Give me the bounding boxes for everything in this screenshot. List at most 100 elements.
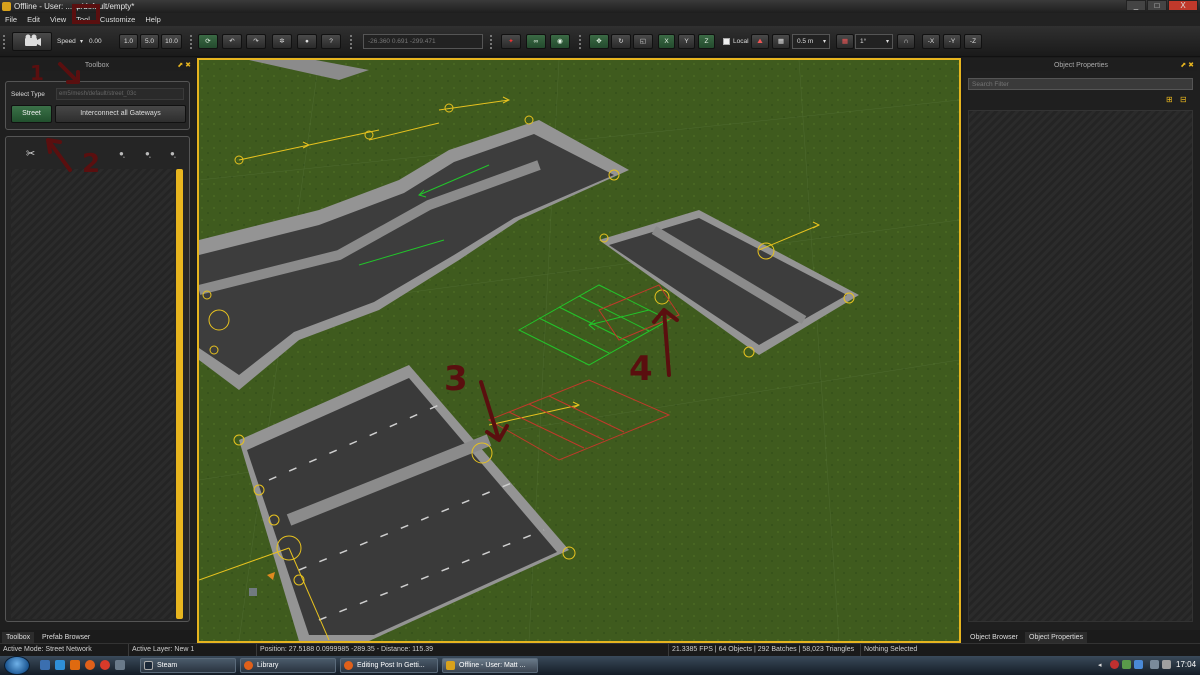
annotation-number-1: 1 — [30, 61, 44, 85]
annotation-number-3: 3 — [444, 359, 468, 399]
tray-update-icon[interactable] — [1134, 660, 1143, 669]
annotation-arrow-1 — [58, 62, 80, 84]
firefox-icon — [244, 661, 253, 670]
firefox-icon — [344, 661, 353, 670]
taskbar-editor[interactable]: Offline - User: Matt ... — [442, 658, 538, 673]
network-icon[interactable] — [1150, 660, 1159, 669]
status-position: Position: 27.5188 0.0999985 -289.35 - Di… — [256, 644, 433, 656]
volume-icon[interactable] — [1162, 660, 1171, 669]
angle-grid-icon: ▦ — [841, 38, 849, 45]
taskbar-editor-label: Offline - User: Matt ... — [459, 662, 526, 669]
axis-x-button[interactable]: X — [658, 34, 675, 49]
os-taskbar: Steam Library Editing Post In Getti... O… — [0, 656, 1200, 675]
window-switch-icon[interactable] — [115, 660, 125, 670]
neg-y-button[interactable]: -Y — [943, 34, 961, 49]
viewport-scene[interactable]: 3 4 — [199, 60, 959, 641]
snap-icon: ✦ — [508, 38, 514, 45]
refresh-icon: ⟳ — [205, 38, 211, 45]
angle-snap-button[interactable]: ▦ — [836, 34, 854, 49]
object-properties-header: Object Properties ⬈ ✖ — [965, 60, 1197, 71]
start-button[interactable] — [4, 656, 30, 675]
refresh-button[interactable]: ⟳ — [198, 34, 218, 49]
eye-icon: ◉ — [557, 38, 563, 45]
show-desktop-icon[interactable] — [40, 660, 50, 670]
chevron-down-icon[interactable]: ▾ — [886, 38, 889, 45]
firefox-icon[interactable] — [85, 660, 95, 670]
object-properties-title: Object Properties — [1053, 62, 1109, 69]
collapse-all-icon[interactable]: ⊟ — [1180, 95, 1187, 104]
status-stats: 21.3385 FPS | 64 Objects | 292 Batches |… — [668, 644, 854, 656]
vlc-icon[interactable] — [70, 660, 80, 670]
help-button[interactable]: ? — [321, 34, 341, 49]
surface-snap-button[interactable]: ⛰ — [751, 34, 769, 49]
annotation-arrow-2 — [46, 138, 72, 172]
grid-icon: ▦ — [777, 38, 785, 45]
chevron-down-icon[interactable]: ▾ — [823, 38, 826, 45]
toolbar-grip[interactable] — [350, 35, 352, 49]
local-checkbox[interactable] — [723, 38, 730, 45]
status-selection: Nothing Selected — [860, 644, 917, 656]
axis-y-button[interactable]: Y — [678, 34, 695, 49]
neg-z-button[interactable]: -Z — [964, 34, 982, 49]
annotation-overlay: 1 2 — [30, 4, 100, 179]
ie-icon[interactable] — [55, 660, 65, 670]
rotate-tool-button[interactable]: ↻ — [611, 34, 631, 49]
undo-button[interactable]: ↶ — [222, 34, 242, 49]
toolbar-grip[interactable] — [490, 35, 492, 49]
steam-icon — [144, 661, 153, 670]
record-button[interactable]: ● — [297, 34, 317, 49]
neg-x-button[interactable]: -X — [922, 34, 940, 49]
taskbar-editing-post-label: Editing Post In Getti... — [357, 662, 425, 669]
taskbar-steam[interactable]: Steam — [140, 658, 236, 673]
snap-button[interactable]: ✦ — [501, 34, 521, 49]
axis-z-button[interactable]: Z — [698, 34, 715, 49]
taskbar-library-label: Library — [257, 662, 279, 669]
street-parts-group: ✂ ●̥ ●̥ ●̥ — [5, 136, 190, 622]
annotation-box-tool-menu — [72, 4, 100, 24]
maximize-button[interactable]: □ — [1147, 0, 1167, 11]
taskbar-editing-post[interactable]: Editing Post In Getti... — [340, 658, 438, 673]
street-parts-list[interactable] — [11, 169, 174, 619]
redo-button[interactable]: ↷ — [246, 34, 266, 49]
tray-app-icon[interactable] — [1122, 660, 1131, 669]
scale-icon: ◱ — [639, 38, 647, 45]
status-active-mode: Active Mode: Street Network — [3, 646, 92, 653]
gear-icon: ✲ — [279, 38, 285, 45]
terrain-icon: ⛰ — [757, 38, 763, 45]
parts-scrollbar[interactable] — [176, 169, 183, 619]
scale-tool-button[interactable]: ◱ — [633, 34, 653, 49]
undo-icon: ↶ — [229, 38, 235, 45]
magnet-button[interactable]: ∩ — [897, 34, 915, 49]
settings-button[interactable]: ✲ — [272, 34, 292, 49]
minimize-button[interactable]: _ — [1126, 0, 1146, 11]
properties-list[interactable] — [968, 110, 1193, 622]
chrome-icon[interactable] — [100, 660, 110, 670]
visibility-button[interactable]: ◉ — [550, 34, 570, 49]
grid-snap-button[interactable]: ▦ — [772, 34, 790, 49]
tray-alert-icon[interactable] — [1110, 660, 1119, 669]
link-icon: ∞ — [533, 38, 539, 45]
help-icon: ? — [329, 38, 333, 45]
clock: 17:04 — [1176, 660, 1197, 669]
viewport[interactable]: 3 4 — [197, 58, 961, 643]
annotation-number-2: 2 — [82, 149, 100, 179]
panel-pin-close-icon[interactable]: ⬈ ✖ — [1180, 60, 1194, 71]
annotation-number-4: 4 — [629, 349, 653, 389]
move-tool-button[interactable]: ✥ — [589, 34, 609, 49]
toolbar-grip[interactable] — [579, 35, 581, 49]
search-filter-input[interactable] — [968, 78, 1193, 90]
redo-icon: ↷ — [253, 38, 259, 45]
rotate-icon: ↻ — [618, 38, 624, 45]
taskbar-steam-label: Steam — [157, 662, 178, 669]
coordinates-field[interactable]: -26.360 0.691 -299.471 — [363, 34, 483, 49]
link-button[interactable]: ∞ — [526, 34, 546, 49]
status-bar: Active Mode: Street Network Active Layer… — [0, 643, 1200, 656]
status-active-layer: Active Layer: New 1 — [128, 644, 194, 656]
close-button[interactable]: X — [1168, 0, 1198, 11]
app-icon — [446, 661, 455, 670]
record-icon: ● — [305, 38, 309, 45]
tray-expand-icon[interactable]: ◂ — [1098, 661, 1102, 669]
expand-all-icon[interactable]: ⊞ — [1166, 95, 1173, 104]
taskbar-library[interactable]: Library — [240, 658, 336, 673]
local-label: Local — [733, 38, 749, 45]
